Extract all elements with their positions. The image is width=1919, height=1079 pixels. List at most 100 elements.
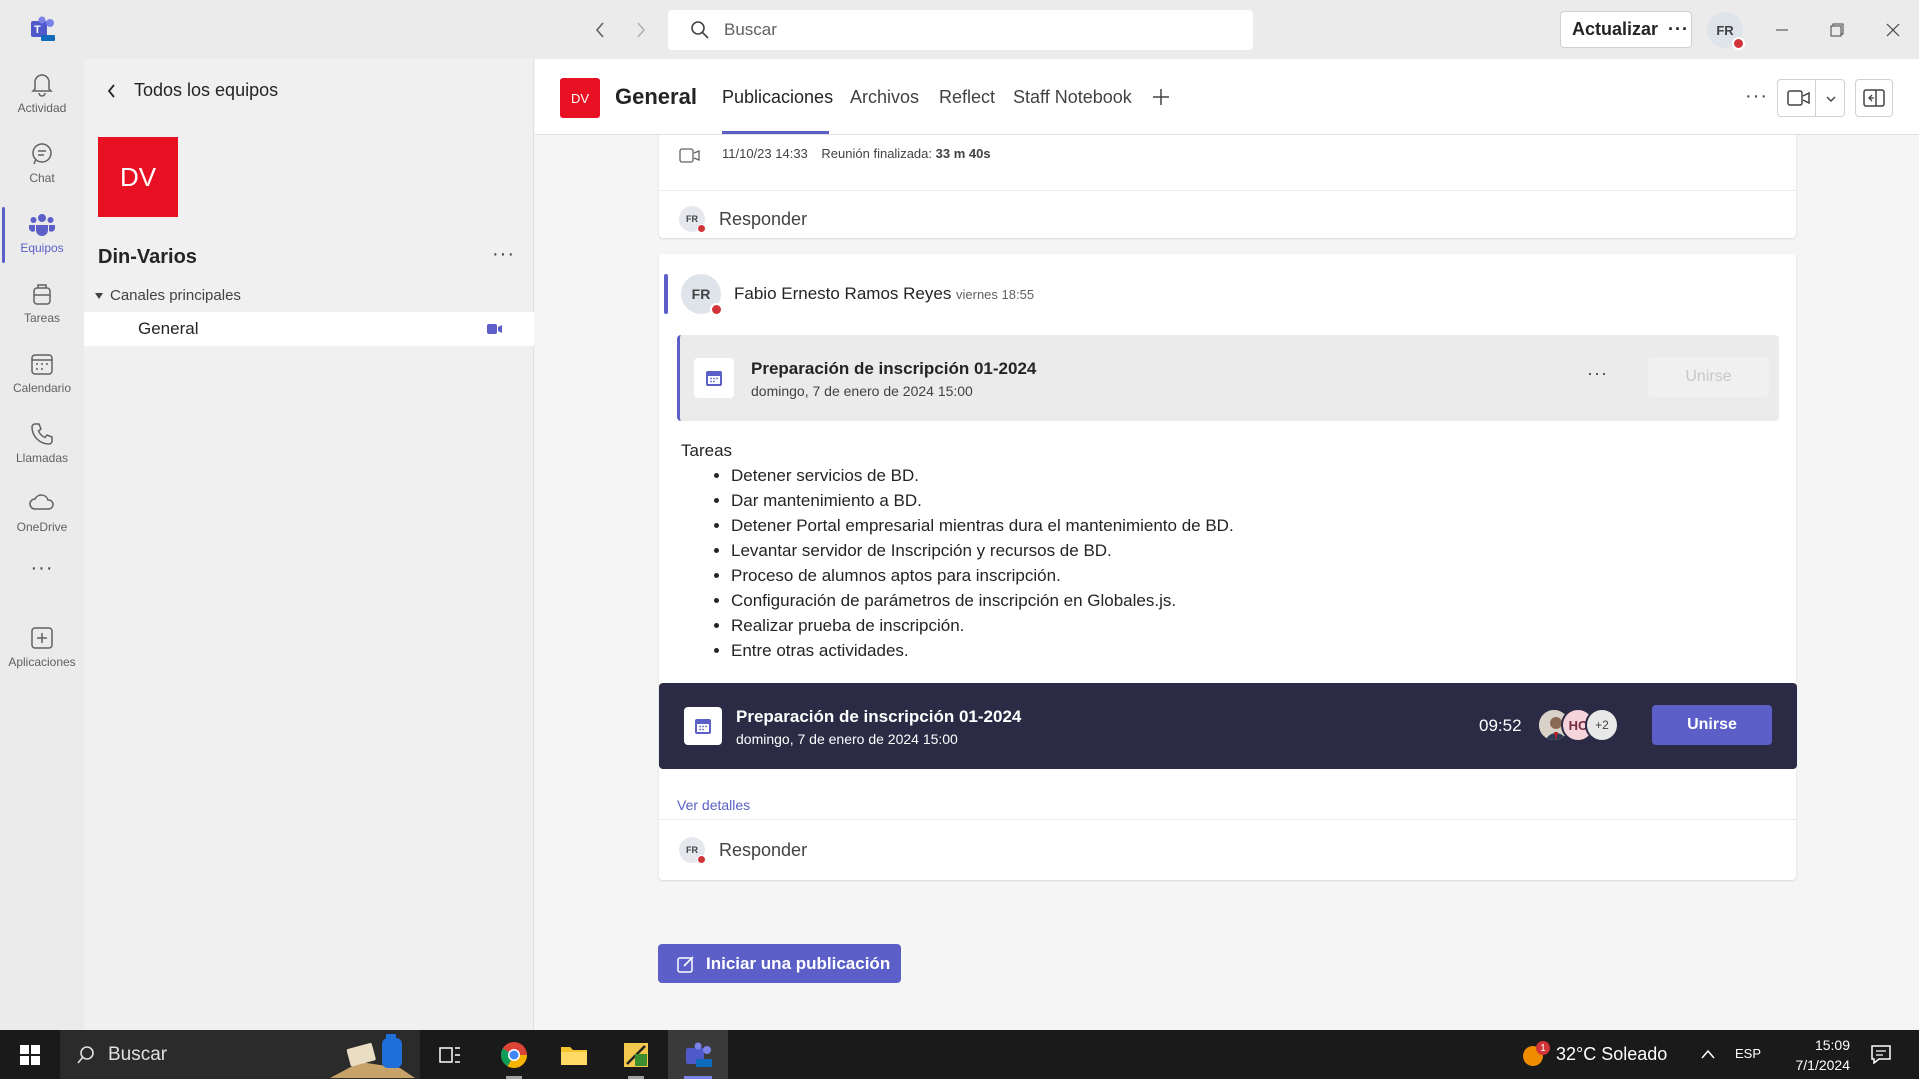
rail-item-aplicaciones[interactable]: Aplicaciones [0,613,84,681]
meet-button[interactable] [1777,79,1845,117]
clock[interactable]: 15:09 7/1/2024 [1780,1035,1851,1075]
task-item: Proceso de alumnos aptos para inscripció… [731,563,1234,588]
calendar-icon [694,358,734,398]
meeting-ended-line: 11/10/23 14:33 Reunión finalizada: 33 m … [722,146,991,161]
author-initials: FR [691,286,711,302]
task-view-icon[interactable] [420,1030,480,1079]
task-item: Configuración de parámetros de inscripci… [731,588,1234,613]
join-meeting-button[interactable]: Unirse [1652,705,1772,745]
post-card: FR Fabio Ernesto Ramos Reyes viernes 18:… [659,254,1796,880]
reply-label: Responder [719,839,808,860]
minimize-icon[interactable] [1770,18,1794,42]
back-arrow-icon[interactable] [588,18,612,42]
side-pane-icon [1863,89,1885,107]
rail-item-calendario[interactable]: Calendario [0,339,84,407]
tab-staff-notebook[interactable]: Staff Notebook [1013,87,1132,108]
update-button[interactable]: Actualizar ··· [1560,11,1692,48]
windows-start-icon[interactable] [0,1030,60,1079]
author-avatar[interactable]: FR [681,274,723,316]
meeting-ended-label: Reunión finalizada: [821,146,932,161]
cloud-icon [29,494,54,510]
chrome-icon[interactable] [484,1030,544,1079]
teams-logo-icon: T [28,15,56,43]
rail-item-chat[interactable]: Chat [0,129,84,197]
add-tab-icon[interactable] [1151,87,1171,112]
tasks-list: Detener servicios de BD. Dar mantenimien… [731,463,1234,663]
participants-more-count[interactable]: +2 [1585,708,1619,742]
tab-archivos[interactable]: Archivos [850,87,919,108]
rail-item-tareas[interactable]: Tareas [0,269,84,337]
tasks-heading: Tareas [681,441,733,460]
weather-widget[interactable]: 1 32°C Soleado [1520,1030,1667,1079]
search-placeholder: Buscar [724,20,777,39]
rail-item-actividad[interactable]: Actividad [0,59,84,127]
task-item: Detener servicios de BD. [731,463,1234,488]
reply-label: Responder [719,208,808,229]
channels-section-header[interactable]: Canales principales [94,287,241,304]
team-logo: DV [98,137,178,217]
forward-arrow-icon[interactable] [629,18,653,42]
channel-team-initials: DV [570,90,590,106]
weather-text: 32°C Soleado [1556,1044,1668,1064]
task-item: Realizar prueba de inscripción. [731,613,1234,638]
meeting-inline-card[interactable]: Preparación de inscripción 01-2024 domin… [677,335,1779,421]
search-highlight-illustration-icon [330,1034,415,1078]
tab-publicaciones[interactable]: Publicaciones [722,87,833,108]
rail-item-equipos[interactable]: Equipos [0,199,84,267]
windows-taskbar: Buscar 1 32°C Soleado ESP 15:09 7/1/2024 [0,1030,1919,1079]
chevron-up-icon[interactable] [1700,1047,1716,1065]
language-indicator[interactable]: ESP [1735,1046,1761,1061]
weather-badge: 1 [1536,1041,1550,1055]
presence-busy-icon [1732,37,1745,50]
view-details-link[interactable]: Ver detalles [677,797,750,813]
rail-label: OneDrive [16,520,68,534]
rail-item-llamadas[interactable]: Llamadas [0,409,84,477]
close-icon[interactable] [1881,18,1905,42]
chevron-down-icon [1826,96,1836,102]
participants-more-label: +2 [1595,718,1609,732]
taskbar-search[interactable]: Buscar [60,1030,420,1079]
presence-busy-icon [710,303,723,316]
posts-feed: 11/10/23 14:33 Reunión finalizada: 33 m … [535,135,1919,1030]
clock-date: 7/1/2024 [1795,1057,1851,1073]
presence-busy-icon [697,855,706,864]
notifications-icon[interactable] [1870,1044,1892,1069]
compose-icon [677,955,694,973]
team-initials: DV [119,161,157,192]
user-avatar[interactable]: FR [1707,12,1745,50]
open-pane-button[interactable] [1855,79,1893,117]
teams-taskbar-icon[interactable] [668,1030,728,1079]
rail-more-apps[interactable]: ··· [0,548,84,588]
reply-button[interactable]: FR Responder [679,837,808,864]
search-bar[interactable]: Buscar [668,10,1253,50]
reply-avatar: FR [679,837,706,864]
more-icon: ··· [30,556,54,579]
all-teams-back-link[interactable]: Todos los equipos [106,80,278,101]
new-post-label: Iniciar una publicación [706,953,891,973]
author-name[interactable]: Fabio Ernesto Ramos Reyes [734,284,951,304]
live-meeting-banner[interactable]: Preparación de inscripción 01-2024 domin… [659,683,1797,769]
caret-down-icon [95,292,103,299]
meeting-join-button-disabled[interactable]: Unirse [1648,357,1769,397]
tab-reflect[interactable]: Reflect [939,87,995,108]
task-item: Detener Portal empresarial mientras dura… [731,513,1234,538]
add-apps-icon [31,627,53,649]
restore-icon[interactable] [1825,18,1849,42]
rail-label: Aplicaciones [8,655,76,669]
channel-more-options-icon[interactable]: ··· [1745,85,1768,108]
new-post-button[interactable]: Iniciar una publicación [658,944,901,983]
reply-button[interactable]: FR Responder [679,206,808,233]
file-explorer-icon[interactable] [544,1030,604,1079]
reply-avatar: FR [679,206,706,233]
app-icon[interactable] [606,1030,666,1079]
meeting-more-options-icon[interactable]: ··· [1587,363,1608,384]
reply-avatar-initials: FR [686,214,698,224]
more-icon: ··· [1668,19,1690,39]
presence-busy-icon [697,224,706,233]
team-more-options-icon[interactable]: ··· [492,243,515,266]
reply-avatar-initials: FR [686,845,698,855]
rail-label: Chat [29,171,55,185]
video-meeting-icon [487,324,502,334]
rail-item-onedrive[interactable]: OneDrive [0,478,84,546]
channel-item-general[interactable]: General [84,312,534,346]
